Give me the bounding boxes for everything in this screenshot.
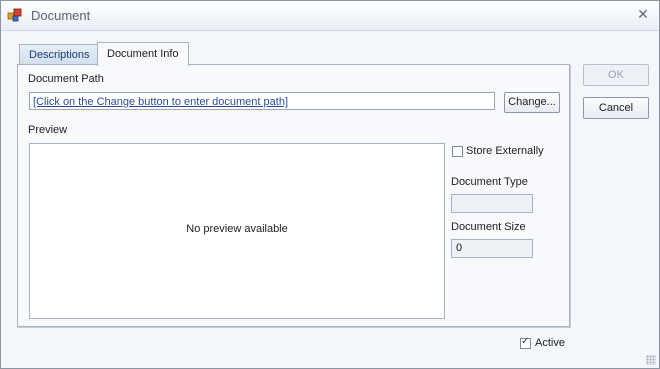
tab-descriptions[interactable]: Descriptions [19, 44, 100, 64]
document-info-panel: Document Path [Click on the Change butto… [17, 64, 570, 327]
preview-label: Preview [28, 124, 68, 136]
document-type-field[interactable] [451, 194, 533, 213]
document-path-field[interactable]: [Click on the Change button to enter doc… [29, 92, 495, 110]
close-icon[interactable]: ✕ [635, 6, 651, 22]
document-path-label: Document Path [28, 73, 104, 85]
window-title: Document [31, 8, 91, 23]
document-size-label: Document Size [451, 221, 526, 233]
store-externally-checkbox[interactable] [452, 146, 463, 157]
app-icon [7, 8, 22, 22]
active-checkbox[interactable] [520, 336, 531, 349]
preview-area: No preview available [29, 143, 445, 319]
resize-grip-icon[interactable] [646, 355, 656, 365]
document-type-label: Document Type [451, 176, 528, 188]
tab-document-info[interactable]: Document Info [97, 42, 189, 66]
document-size-field[interactable]: 0 [451, 239, 533, 258]
ok-button[interactable]: OK [583, 64, 649, 86]
document-path-link[interactable]: [Click on the Change button to enter doc… [33, 96, 288, 108]
change-button[interactable]: Change... [504, 92, 560, 113]
document-dialog: Document ✕ Descriptions Document Info Do… [0, 0, 660, 369]
cancel-button[interactable]: Cancel [583, 97, 649, 119]
title-bar: Document ✕ [1, 1, 659, 31]
preview-placeholder: No preview available [186, 223, 288, 235]
active-label: Active [535, 337, 565, 349]
store-externally-label: Store Externally [466, 145, 544, 157]
